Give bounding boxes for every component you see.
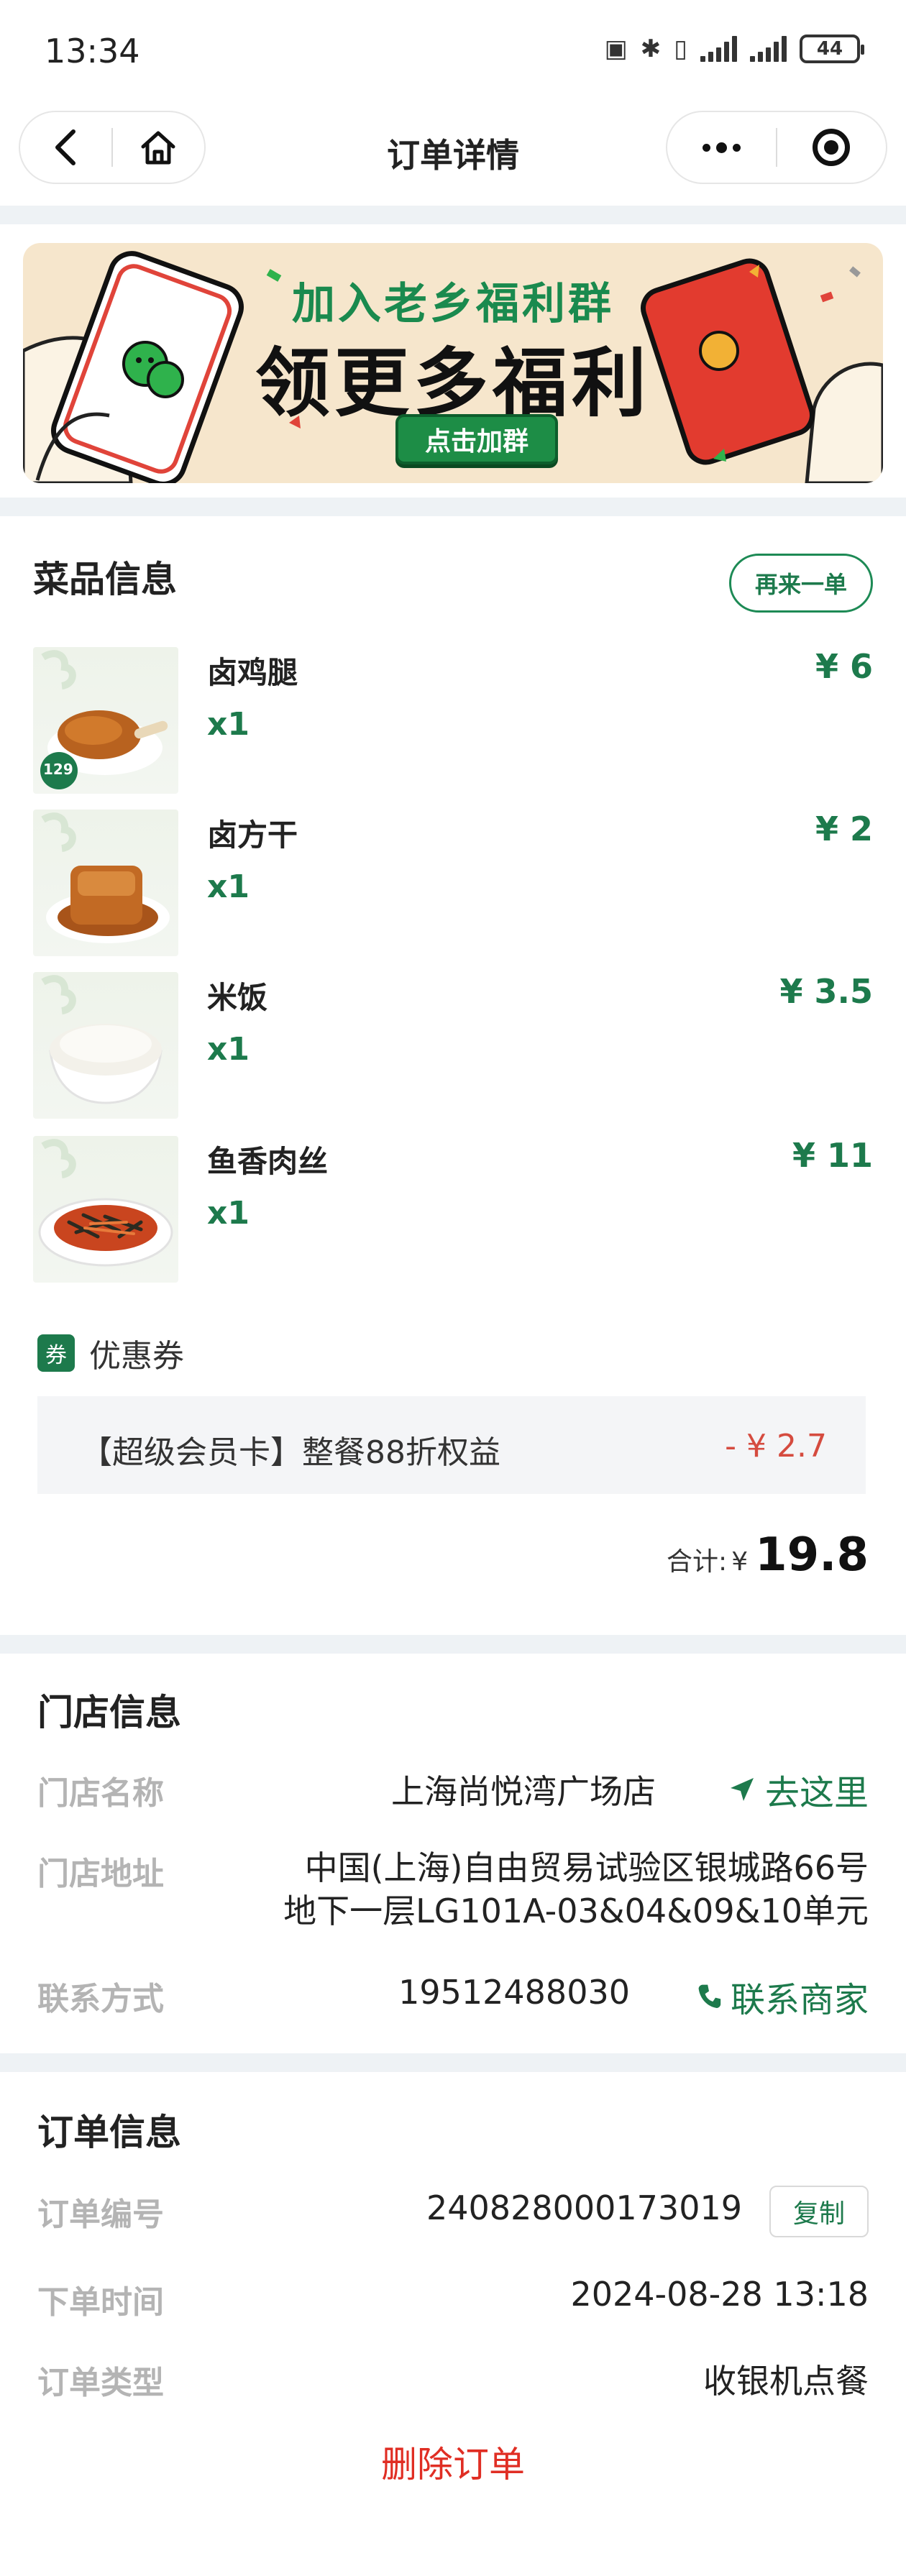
- dish-qty: x1: [207, 706, 250, 743]
- store-address: 中国(上海)自由贸易试验区银城路66号 地下一层LG101A-03&04&09&…: [283, 1846, 869, 1933]
- store-address-label: 门店地址: [37, 1856, 164, 1892]
- vibrate-icon: ▯: [674, 35, 687, 63]
- dishes-section-title: 菜品信息: [33, 559, 177, 600]
- phone-icon: [698, 1984, 721, 2008]
- dish-name: 鱼香肉丝: [207, 1144, 329, 1179]
- contact-label: 联系方式: [37, 1981, 164, 2017]
- dish-qty: x1: [207, 1195, 250, 1232]
- copy-order-number-button[interactable]: 复制: [769, 2186, 869, 2237]
- status-icons: ▣ ✱ ▯ 44: [604, 35, 864, 63]
- home-icon: [141, 131, 175, 165]
- order-time: 2024-08-28 13:18: [570, 2275, 869, 2314]
- total-label: 合计:: [667, 1547, 728, 1577]
- dish-name: 卤鸡腿: [207, 655, 298, 690]
- cell-signal-2-icon: [750, 36, 787, 62]
- join-group-button[interactable]: 点击加群: [395, 414, 558, 464]
- battery-icon: 44: [800, 35, 864, 63]
- section-gap: [0, 2053, 906, 2072]
- dish-name: 米饭: [207, 980, 268, 1015]
- store-address-line1: 中国(上海)自由贸易试验区银城路66号: [304, 1848, 869, 1887]
- dish-item: 129 卤鸡腿 x1 ¥ 6: [33, 647, 873, 794]
- dish-qty: x1: [207, 868, 250, 905]
- dish-price: ¥ 2: [815, 810, 873, 848]
- order-type: 收银机点餐: [703, 2362, 869, 2401]
- dish-item: 米饭 x1 ¥ 3.5: [33, 972, 873, 1119]
- dish-image-shredded-pork: [33, 1136, 178, 1283]
- store-name-label: 门店名称: [37, 1775, 164, 1812]
- coupon-name: 【超级会员卡】整餐88折权益: [81, 1434, 500, 1471]
- store-phone: 19512488030: [398, 1973, 630, 2012]
- order-time-label: 下单时间: [37, 2284, 164, 2321]
- section-gap: [0, 206, 906, 224]
- bluetooth-icon: ✱: [640, 35, 662, 63]
- section-gap: [0, 1635, 906, 1654]
- total-currency: ¥: [731, 1547, 749, 1577]
- back-button[interactable]: [20, 112, 111, 183]
- order-section-title: 订单信息: [37, 2112, 181, 2153]
- dish-badge: 129: [43, 761, 73, 778]
- dish-image-tofu: [33, 810, 178, 956]
- braised-tofu-illustration: [41, 812, 170, 943]
- nav-left-capsule: [19, 111, 206, 184]
- more-button[interactable]: [667, 112, 776, 183]
- dish-qty: x1: [207, 1031, 250, 1068]
- status-bar: 13:34 ▣ ✱ ▯ 44: [0, 0, 906, 101]
- coupon-amount: - ¥ 2.7: [725, 1428, 827, 1465]
- coupon-tag-icon: 券: [37, 1334, 75, 1372]
- order-number: 240828000173019: [426, 2188, 742, 2227]
- chevron-left-icon: [55, 129, 76, 165]
- navigation-arrow-icon: [730, 1778, 754, 1801]
- dish-name: 卤方干: [207, 817, 298, 853]
- more-dots-icon: [703, 142, 741, 153]
- join-group-banner[interactable]: 加入老乡福利群 领更多福利 点击加群: [23, 243, 883, 483]
- dish-item: 卤方干 x1 ¥ 2: [33, 810, 873, 956]
- contact-merchant-label: 联系商家: [730, 1980, 869, 2020]
- cell-signal-1-icon: [700, 36, 737, 62]
- total-value: 19.8: [755, 1528, 869, 1582]
- dish-price: ¥ 11: [792, 1136, 873, 1175]
- coupon-header: 券 优惠券: [37, 1330, 184, 1376]
- store-name: 上海尚悦湾广场店: [391, 1772, 656, 1811]
- coupon-label: 优惠券: [89, 1338, 184, 1375]
- battery-level: 44: [816, 38, 843, 60]
- navigate-label: 去这里: [764, 1773, 869, 1813]
- navigate-button[interactable]: 去这里: [728, 1764, 869, 1815]
- coupon-detail: 【超级会员卡】整餐88折权益 - ¥ 2.7: [37, 1396, 866, 1494]
- target-circle-icon: [813, 129, 851, 166]
- order-total: 合计: ¥ 19.8: [667, 1528, 869, 1582]
- close-miniapp-button[interactable]: [777, 112, 886, 183]
- nav-bar: 订单详情: [0, 101, 906, 194]
- section-gap: [0, 498, 906, 516]
- shredded-pork-illustration: [38, 1139, 173, 1267]
- status-time: 13:34: [45, 32, 140, 70]
- delete-order-button[interactable]: 删除订单: [0, 2436, 906, 2488]
- dish-item: 鱼香肉丝 x1 ¥ 11: [33, 1136, 873, 1283]
- store-address-line2: 地下一层LG101A-03&04&09&10单元: [283, 1892, 869, 1930]
- dish-price: ¥ 3.5: [779, 972, 873, 1011]
- dish-image-drumstick: 129: [33, 647, 178, 794]
- dish-image-rice: [33, 972, 178, 1119]
- order-number-label: 订单编号: [37, 2196, 164, 2233]
- reorder-button[interactable]: 再来一单: [729, 554, 873, 613]
- nfc-icon: ▣: [604, 35, 628, 63]
- rice-bowl-illustration: [41, 975, 163, 1104]
- store-section-title: 门店信息: [37, 1692, 181, 1733]
- dish-price: ¥ 6: [815, 647, 873, 686]
- nav-right-capsule: [666, 111, 887, 184]
- order-type-label: 订单类型: [37, 2365, 164, 2401]
- contact-merchant-button[interactable]: 联系商家: [696, 1971, 869, 2022]
- home-button[interactable]: [113, 112, 204, 183]
